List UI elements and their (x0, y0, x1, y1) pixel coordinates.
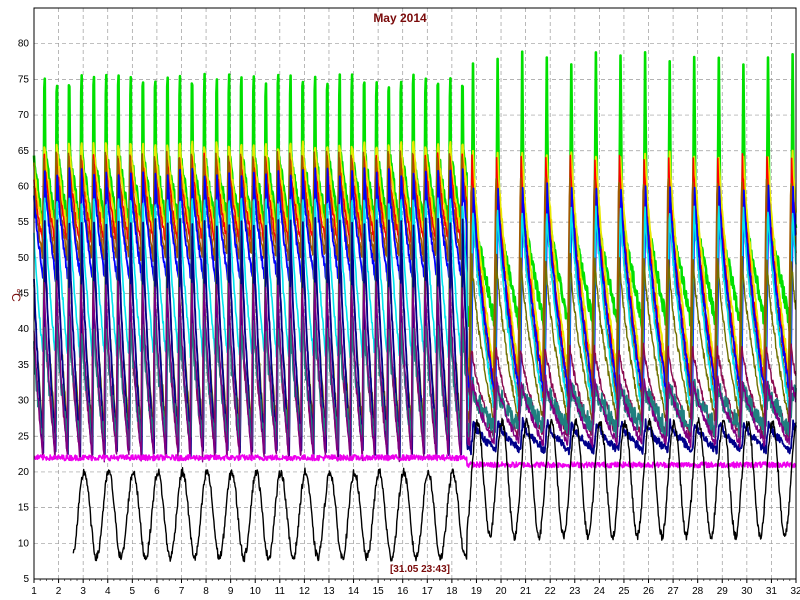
x-tick-label: 18 (446, 586, 458, 597)
y-tick-label: 15 (18, 503, 30, 514)
y-tick-label: 55 (18, 217, 30, 228)
y-tick-label: 30 (18, 396, 30, 407)
x-tick-label: 10 (250, 586, 262, 597)
x-tick-label: 9 (228, 586, 234, 597)
y-tick-label: 60 (18, 181, 30, 192)
x-tick-label: 30 (741, 586, 753, 597)
x-tick-label: 2 (56, 586, 62, 597)
y-tick-label: 80 (18, 39, 30, 50)
x-tick-label: 8 (203, 586, 209, 597)
x-tick-label: 17 (422, 586, 434, 597)
x-tick-label: 1 (31, 586, 37, 597)
x-tick-label: 7 (179, 586, 185, 597)
chart-title: May 2014 (373, 11, 427, 25)
temperature-chart: 5101520253035404550556065707580 12345678… (0, 0, 800, 600)
y-tick-label: 5 (23, 574, 29, 585)
x-tick-label: 6 (154, 586, 160, 597)
x-tick-label: 20 (495, 586, 507, 597)
y-tick-label: 40 (18, 324, 30, 335)
x-tick-label: 3 (80, 586, 86, 597)
x-tick-label: 12 (299, 586, 311, 597)
x-tick-label: 22 (545, 586, 557, 597)
x-tick-label: 14 (348, 586, 360, 597)
cursor-timestamp: [31.05 23:43] (390, 564, 450, 575)
x-tick-label: 23 (569, 586, 581, 597)
y-tick-label: 50 (18, 253, 30, 264)
x-tick-label: 19 (471, 586, 483, 597)
x-tick-label: 28 (692, 586, 704, 597)
y-tick-label: 25 (18, 431, 30, 442)
x-tick-label: 16 (397, 586, 409, 597)
x-tick-label: 31 (766, 586, 778, 597)
x-tick-label: 29 (717, 586, 729, 597)
y-tick-label: 70 (18, 110, 30, 121)
x-tick-label: 32 (790, 586, 800, 597)
y-tick-label: 75 (18, 74, 30, 85)
x-tick-label: 11 (275, 586, 286, 597)
y-axis-label: °C (9, 288, 23, 302)
x-tick-label: 5 (130, 586, 136, 597)
y-tick-label: 65 (18, 146, 30, 157)
y-tick-label: 35 (18, 360, 30, 371)
y-tick-label: 20 (18, 467, 30, 478)
x-tick-label: 26 (643, 586, 655, 597)
x-tick-label: 13 (323, 586, 335, 597)
x-tick-label: 25 (618, 586, 630, 597)
x-tick-label: 4 (105, 586, 111, 597)
x-tick-label: 24 (594, 586, 606, 597)
y-tick-label: 10 (18, 538, 30, 549)
x-tick-label: 15 (373, 586, 385, 597)
x-tick-label: 21 (520, 586, 532, 597)
x-tick-label: 27 (668, 586, 680, 597)
